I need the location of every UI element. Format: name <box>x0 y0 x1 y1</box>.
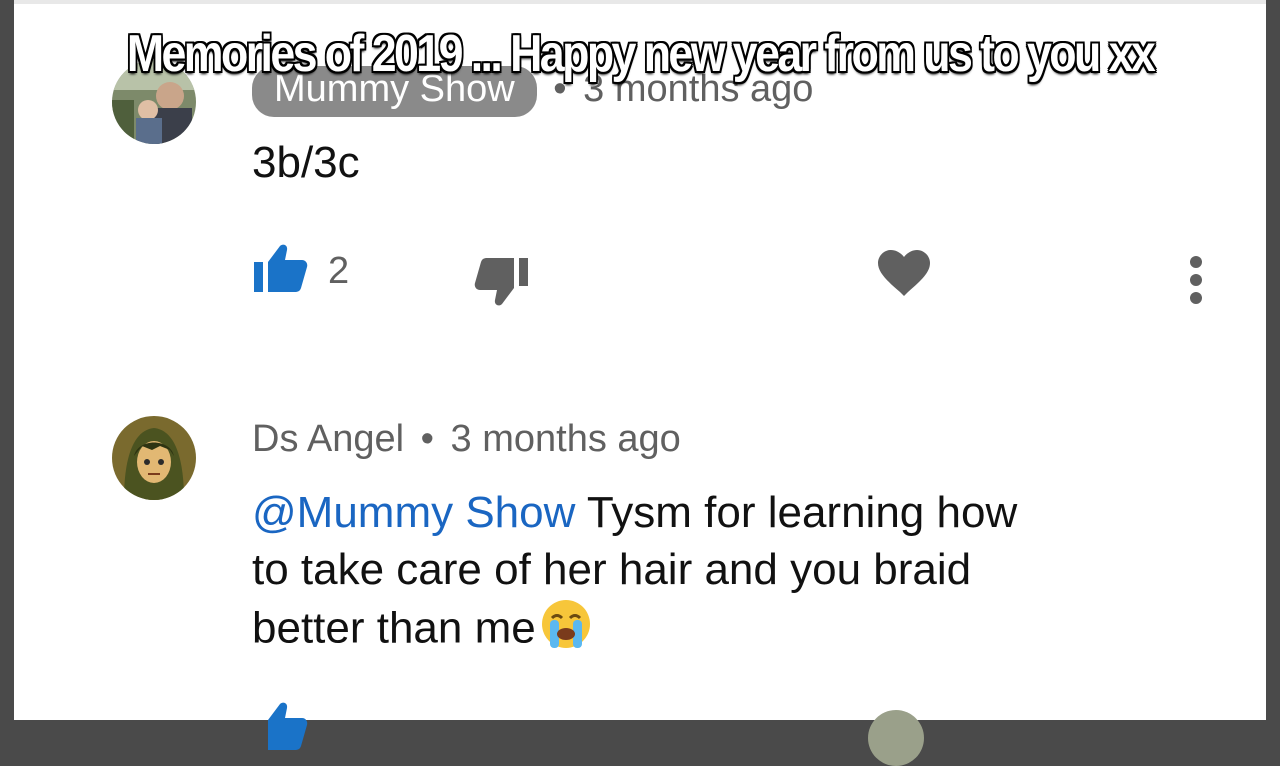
comment-text-segment: Tysm for learning how <box>575 488 1018 537</box>
loudly-crying-face-icon <box>540 598 592 664</box>
comment-text-segment: better than me <box>252 603 536 653</box>
panel-top-border <box>14 0 1266 4</box>
user-mention-link[interactable]: @Mummy Show <box>252 488 575 537</box>
more-vertical-icon[interactable] <box>1186 248 1206 309</box>
comment-action-row <box>0 700 1280 760</box>
comment-line-3: better than me <box>252 598 1152 664</box>
avatar-ds-angel[interactable] <box>112 416 196 500</box>
comment-body: 3b/3c <box>252 138 360 187</box>
like-count: 2 <box>328 250 350 292</box>
thumbs-up-icon[interactable] <box>252 242 308 301</box>
comment-action-row: 2 <box>0 242 1280 306</box>
thumbs-up-icon[interactable] <box>252 700 308 759</box>
comment-timestamp[interactable]: 3 months ago <box>451 418 681 460</box>
comment-line-2: to take care of her hair and you braid <box>252 545 972 594</box>
author-name[interactable]: Ds Angel <box>252 418 404 460</box>
header-separator: • <box>420 418 434 460</box>
video-caption-overlay: Memories of 2019 ... Happy new year from… <box>126 25 1156 83</box>
comment-header: Ds Angel • 3 months ago <box>252 418 681 461</box>
comment-line-1: @Mummy Show Tysm for learning how <box>252 484 1152 541</box>
avatar-partial[interactable] <box>868 710 924 766</box>
comment-body: @Mummy Show Tysm for learning how to tak… <box>252 484 1152 664</box>
thumbs-down-icon[interactable] <box>474 252 530 313</box>
heart-icon[interactable] <box>878 250 930 303</box>
